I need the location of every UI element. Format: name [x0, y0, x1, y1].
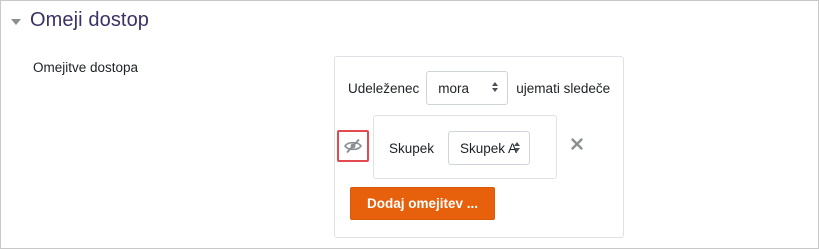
- caret-down-icon[interactable]: [11, 18, 21, 25]
- section-title[interactable]: Omeji dostop: [30, 9, 149, 32]
- select-arrows-icon: [492, 82, 499, 92]
- close-icon[interactable]: [569, 136, 585, 152]
- restriction-suffix: ujemati sledeče: [516, 80, 611, 96]
- eye-slash-icon[interactable]: [343, 138, 363, 154]
- must-select[interactable]: mora: [426, 71, 509, 105]
- section-header[interactable]: Omeji dostop: [11, 9, 149, 32]
- restriction-header-row: Udeleženec mora ujemati sledeče: [348, 71, 610, 105]
- add-restriction-button[interactable]: Dodaj omejitev ...: [350, 187, 495, 220]
- visibility-toggle[interactable]: [337, 130, 369, 162]
- restrict-access-frame: Omeji dostop Omejitve dostopa Udeleženec…: [0, 0, 819, 249]
- must-select-value: mora: [438, 80, 470, 96]
- field-label: Omejitve dostopa: [33, 60, 139, 75]
- select-arrows-icon: [514, 142, 520, 152]
- condition-card: Skupek Skupek A: [373, 115, 557, 179]
- group-select[interactable]: Skupek A: [448, 131, 530, 165]
- group-select-value: Skupek A: [460, 140, 518, 156]
- restriction-prefix: Udeleženec: [348, 80, 420, 96]
- condition-label: Skupek: [389, 141, 435, 156]
